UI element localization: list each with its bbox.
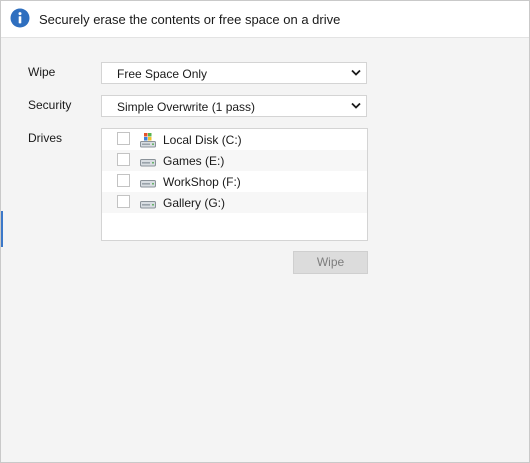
security-method-value: Simple Overwrite (1 pass) xyxy=(117,100,256,114)
drive-checkbox[interactable] xyxy=(117,174,130,187)
chevron-down-icon xyxy=(351,69,361,76)
wipe-mode-value: Free Space Only xyxy=(117,67,208,81)
drive-label: Gallery (G:) xyxy=(163,196,226,210)
wipe-button[interactable]: Wipe xyxy=(293,251,368,274)
security-label: Security xyxy=(28,98,72,112)
chevron-down-icon xyxy=(351,102,361,109)
drives-list: Local Disk (C:) Games (E:) WorkShop (F:) xyxy=(101,128,368,241)
wipe-label: Wipe xyxy=(28,65,56,79)
security-method-select[interactable]: Simple Overwrite (1 pass) xyxy=(101,95,367,117)
hard-drive-icon xyxy=(140,159,156,167)
drive-label: Local Disk (C:) xyxy=(163,133,242,147)
drive-row-c[interactable]: Local Disk (C:) xyxy=(102,129,367,150)
drive-checkbox[interactable] xyxy=(117,132,130,145)
wipe-panel: Securely erase the contents or free spac… xyxy=(0,0,530,463)
drive-row-e[interactable]: Games (E:) xyxy=(102,150,367,171)
drive-row-g[interactable]: Gallery (G:) xyxy=(102,192,367,213)
drives-label: Drives xyxy=(28,131,63,145)
hard-drive-icon xyxy=(140,180,156,188)
header-description: Securely erase the contents or free spac… xyxy=(39,12,341,27)
left-accent-bar xyxy=(1,211,3,247)
hard-drive-icon xyxy=(140,201,156,209)
drive-checkbox[interactable] xyxy=(117,153,130,166)
drive-label: WorkShop (F:) xyxy=(163,175,241,189)
panel-header: Securely erase the contents or free spac… xyxy=(1,1,529,38)
wipe-mode-select[interactable]: Free Space Only xyxy=(101,62,367,84)
drive-label: Games (E:) xyxy=(163,154,225,168)
windows-drive-icon xyxy=(140,133,156,148)
info-icon xyxy=(10,8,30,28)
drive-row-f[interactable]: WorkShop (F:) xyxy=(102,171,367,192)
drive-checkbox[interactable] xyxy=(117,195,130,208)
